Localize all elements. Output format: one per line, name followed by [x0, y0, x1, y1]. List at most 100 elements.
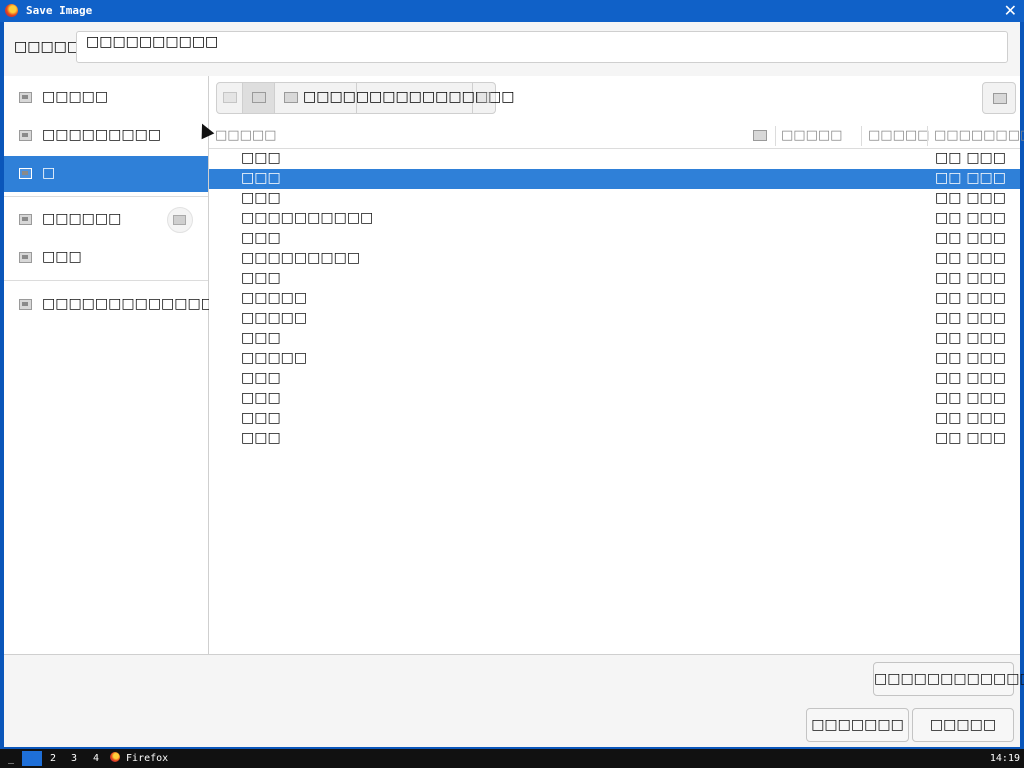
- file-modified: □□ □□□: [935, 430, 1007, 446]
- table-row[interactable]: □□□□□ □□ □□□: [209, 309, 1020, 329]
- sidebar-divider: [4, 280, 208, 281]
- file-name: □□□□□: [241, 350, 308, 366]
- save-dialog: □□□□□ □□□□□□□□□□ □□□□□ □□□□□□□□□ □ □□□□□…: [4, 22, 1024, 747]
- firefox-icon: [5, 4, 18, 17]
- column-modified[interactable]: □□□□□□□□□□: [934, 128, 1024, 143]
- path-segment-button[interactable]: □□□□□: [275, 83, 369, 113]
- file-modified: □□ □□□: [935, 310, 1007, 326]
- file-browser: □□□□□ □□□□□□□□□□□ □□□□□ □□□□□ □□□□□ □□□□…: [209, 76, 1024, 654]
- workspace-1[interactable]: 1: [22, 751, 42, 766]
- sidebar-item-label: □□□□□□□□□: [42, 127, 162, 143]
- column-type[interactable]: □□□□□: [868, 128, 929, 143]
- chevron-right-icon: [477, 92, 491, 103]
- close-icon[interactable]: ✕: [1004, 1, 1017, 20]
- table-row[interactable]: □□□ □□ □□□: [209, 369, 1020, 389]
- file-list: □□□ □□ □□□ □□□ □□ □□□ □□□ □□ □□□ □□□□□□□□□□…: [209, 149, 1020, 449]
- file-name: □□□: [241, 390, 281, 406]
- file-modified: □□ □□□: [935, 210, 1007, 226]
- workspace-4[interactable]: 4: [86, 751, 106, 766]
- table-row[interactable]: □□□ □□ □□□: [209, 389, 1020, 409]
- path-root-button[interactable]: [243, 83, 275, 113]
- file-modified: □□ □□□: [935, 170, 1007, 186]
- file-modified: □□ □□□: [935, 330, 1007, 346]
- file-modified: □□ □□□: [935, 250, 1007, 266]
- clock: 14:19: [989, 753, 1020, 764]
- folder-icon: [284, 92, 298, 103]
- column-divider: [861, 126, 862, 146]
- column-divider: [775, 126, 776, 146]
- table-row[interactable]: □□□ □□ □□□: [209, 429, 1020, 449]
- taskbar-app-firefox[interactable]: Firefox: [110, 751, 168, 766]
- file-name: □□□: [241, 330, 281, 346]
- file-name: □□□: [241, 410, 281, 426]
- chevron-left-icon: [223, 92, 237, 103]
- workspace-minimize[interactable]: _: [2, 751, 20, 766]
- sidebar-item-desktop[interactable]: □□□□□□□□□: [4, 118, 208, 154]
- table-row[interactable]: □□□ □□ □□□: [209, 149, 1020, 169]
- table-row[interactable]: □□□ □□ □□□: [209, 269, 1020, 289]
- table-row[interactable]: □□□□□ □□ □□□: [209, 349, 1020, 369]
- path-segment-button[interactable]: □□□□□□□□□□□: [357, 83, 515, 113]
- home-icon: [19, 92, 32, 103]
- window-title: Save Image: [26, 4, 93, 17]
- file-modified: □□ □□□: [935, 410, 1007, 426]
- new-folder-icon: [993, 93, 1007, 104]
- cancel-button[interactable]: □□□□□□□: [806, 708, 909, 742]
- filename-input[interactable]: □□□□□□□□□□: [76, 31, 1008, 63]
- column-name[interactable]: □□□□□: [215, 128, 276, 143]
- path-forward-button[interactable]: [473, 83, 495, 113]
- name-row: □□□□□ □□□□□□□□□□: [4, 22, 1020, 76]
- sidebar-item-filesystem[interactable]: □: [4, 156, 208, 192]
- file-type-filter-button[interactable]: □□□□□□□□□□□□□: [873, 662, 1024, 696]
- file-modified: □□ □□□: [935, 150, 1007, 166]
- file-name: □□□: [241, 430, 281, 446]
- window-titlebar: Save Image ✕: [0, 0, 1024, 22]
- column-size[interactable]: □□□□□: [781, 128, 842, 143]
- column-header: □□□□□ □□□□□ □□□□□ □□□□□□□□□□: [209, 124, 1024, 149]
- file-name: □□□: [241, 150, 281, 166]
- trash-icon: [19, 252, 32, 263]
- filesystem-icon: [19, 168, 32, 179]
- table-row[interactable]: □□□ □□ □□□: [209, 189, 1020, 209]
- file-name: □□□: [241, 370, 281, 386]
- file-name: □□□: [241, 190, 281, 206]
- name-label: □□□□□: [14, 39, 81, 55]
- table-row[interactable]: □□□ □□ □□□: [209, 329, 1020, 349]
- workspace-2[interactable]: 2: [43, 751, 63, 766]
- file-name: □□□□□: [241, 290, 308, 306]
- dialog-action-area: □□□□□□□□□□□□□ □□□□□□□ □□□□□: [4, 654, 1024, 747]
- table-row[interactable]: □□□ □□ □□□: [209, 409, 1020, 429]
- taskbar-app-label: Firefox: [126, 753, 169, 764]
- column-divider: [927, 126, 928, 146]
- desktop-icon: [19, 130, 32, 141]
- table-row[interactable]: □□□□□□□□□ □□ □□□: [209, 249, 1020, 269]
- file-name: □□□□□□□□□: [241, 250, 361, 266]
- firefox-icon: [110, 752, 120, 762]
- workspace-3[interactable]: 3: [64, 751, 84, 766]
- table-row[interactable]: □□□ □□ □□□: [209, 229, 1020, 249]
- taskbar: _ 1 2 3 4 Firefox 14:19: [0, 749, 1024, 768]
- file-modified: □□ □□□: [935, 350, 1007, 366]
- table-row[interactable]: □□□□□ □□ □□□: [209, 289, 1020, 309]
- save-button[interactable]: □□□□□: [912, 708, 1014, 742]
- sort-icon: [753, 130, 767, 141]
- table-row[interactable]: □□□□□□□□□□ □□ □□□: [209, 209, 1020, 229]
- file-name: □□□: [241, 230, 281, 246]
- table-row[interactable]: □□□ □□ □□□: [209, 169, 1020, 189]
- new-folder-button[interactable]: [982, 82, 1016, 114]
- sidebar-item-label: □□□: [42, 249, 82, 265]
- eject-icon[interactable]: [167, 207, 193, 233]
- sidebar-item-label: □: [42, 165, 56, 181]
- file-modified: □□ □□□: [935, 190, 1007, 206]
- sidebar-item-trash[interactable]: □□□: [4, 240, 208, 276]
- sidebar-item-other-locations[interactable]: □□□□□□□□□□□□□□□□□□: [4, 287, 280, 323]
- sidebar-item-home[interactable]: □□□□□: [4, 80, 208, 116]
- places-sidebar: □□□□□ □□□□□□□□□ □ □□□□□□ □□□ □□□□□□□□□□□…: [4, 76, 280, 654]
- file-modified: □□ □□□: [935, 290, 1007, 306]
- file-modified: □□ □□□: [935, 370, 1007, 386]
- sidebar-item-label: □□□□□: [42, 89, 109, 105]
- drive-icon: [252, 92, 266, 103]
- drive-icon: [19, 214, 32, 225]
- path-back-button[interactable]: [217, 83, 243, 113]
- file-name: □□□: [241, 270, 281, 286]
